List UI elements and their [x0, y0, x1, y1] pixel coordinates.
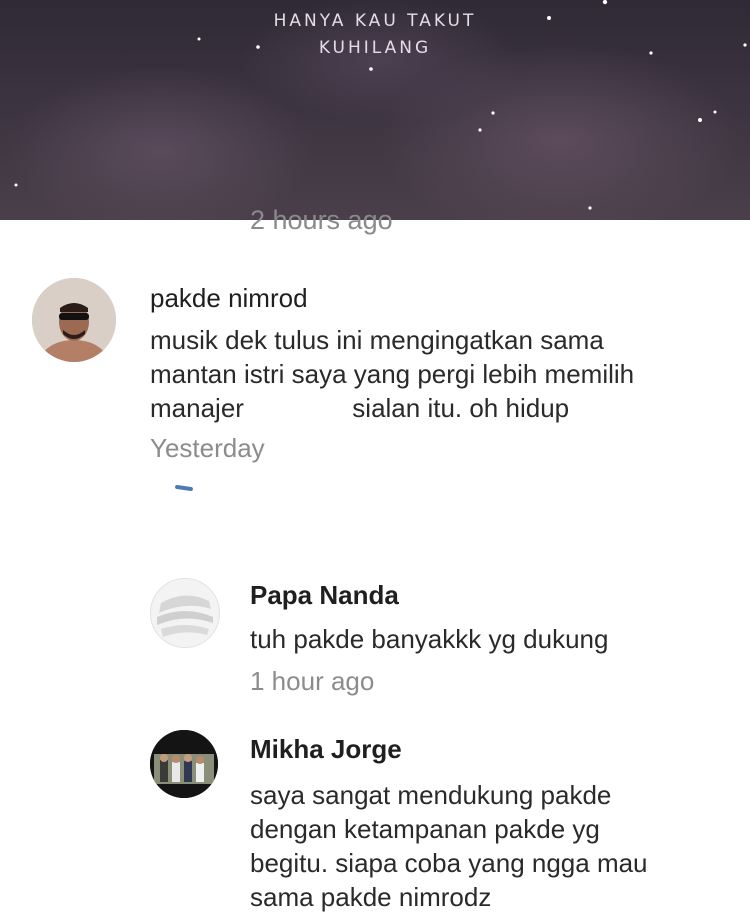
user-photo-icon	[150, 730, 218, 798]
reply-text-line: saya sangat mendukung pakde	[250, 780, 612, 810]
song-banner: HANYA KAU TAKUT KUHILANG	[0, 0, 750, 220]
reply-text-line: dengan ketampanan pakde yg	[250, 814, 600, 844]
reply-author[interactable]: Mikha Jorge	[250, 734, 402, 764]
lyric-line-1: HANYA KAU TAKUT	[273, 11, 477, 31]
star-particles	[14, 0, 747, 210]
reply-indicator	[174, 484, 194, 492]
comment-text-line: manajer sialan itu. oh hidup	[150, 393, 570, 423]
previous-comment-timestamp: 2 hours ago	[250, 207, 393, 235]
lyric-line-2: KUHILANG	[318, 38, 432, 58]
reply-text-line: begitu. siapa coba yang ngga mau	[250, 848, 648, 878]
reply-text: tuh pakde banyakkk yg dukung	[250, 624, 609, 654]
comment-timestamp: Yesterday	[150, 433, 265, 463]
comment-author[interactable]: pakde nimrod	[150, 283, 308, 313]
reply-timestamp: 1 hour ago	[250, 666, 375, 696]
avatar-mikha-jorge[interactable]	[150, 730, 218, 798]
avatar-papa-nanda[interactable]	[150, 578, 220, 648]
user-photo-icon	[32, 278, 116, 362]
comment-text-line: musik dek tulus ini mengingatkan sama	[150, 325, 604, 355]
user-photo-icon	[151, 579, 219, 647]
reply-text: saya sangat mendukung pakde dengan ketam…	[250, 778, 730, 914]
avatar-pakde-nimrod[interactable]	[32, 278, 116, 362]
reply-text-line: sama pakde nimrodz	[250, 882, 492, 912]
reply-author[interactable]: Papa Nanda	[250, 580, 399, 610]
comment-text: musik dek tulus ini mengingatkan sama ma…	[150, 323, 730, 425]
comment-text-line: mantan istri saya yang pergi lebih memil…	[150, 359, 635, 389]
